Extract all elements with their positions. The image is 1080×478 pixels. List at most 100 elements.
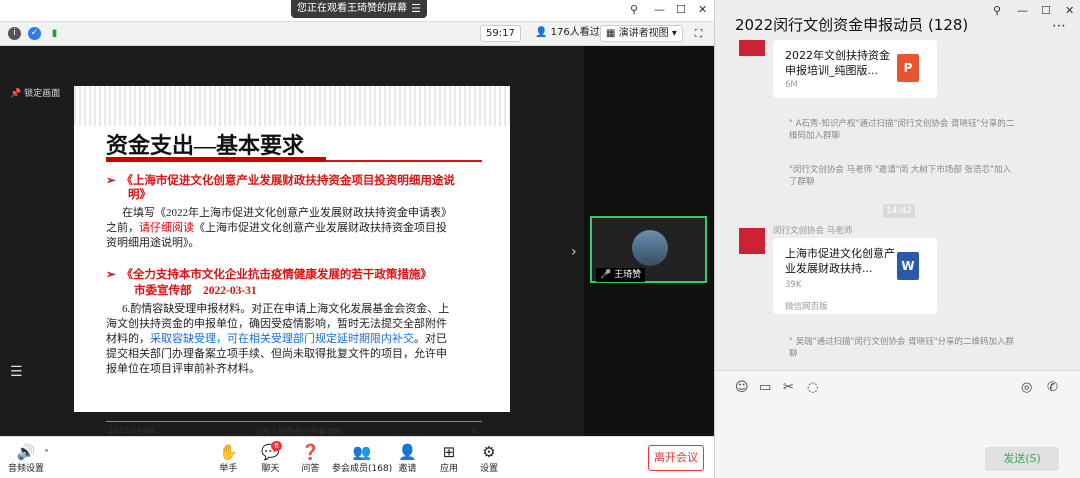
para-2-line-e: 报单位在项目评审前补齐材料。 xyxy=(106,363,260,375)
para-1-prefix: 之前， xyxy=(106,222,139,234)
phone-icon[interactable]: ✆ xyxy=(1047,380,1058,395)
participants-label: 参会成员(168) xyxy=(332,464,393,474)
raise-hand-button[interactable]: ✋ 举手 xyxy=(219,443,238,474)
leave-meeting-button[interactable]: 离开会议 xyxy=(648,445,704,471)
folder-icon[interactable]: ▭ xyxy=(759,380,771,395)
close-icon[interactable]: ✕ xyxy=(698,3,707,16)
pin-icon[interactable]: ⚲ xyxy=(630,3,638,16)
chat-bubble-icon[interactable]: ◌ xyxy=(807,380,818,395)
para-1-line-c: 资明细用途说明》。 xyxy=(106,237,200,249)
para-1-suffix: 《上海市促进文化创意产业发展财政扶持资金项目投 xyxy=(194,222,447,234)
settings-label: 设置 xyxy=(480,464,499,474)
bullet-2-sub: 市委宣传部 2022-03-31 xyxy=(134,285,257,297)
chevron-right-icon[interactable]: › xyxy=(571,244,577,260)
minimize-icon[interactable]: — xyxy=(654,3,665,16)
share-banner[interactable]: 您正在观看王琦赞的屏幕 ☰ xyxy=(291,0,427,18)
pin-icon: 📌 xyxy=(10,89,25,99)
file-2-title: 上海市促进文化创意产业发展财政扶持... xyxy=(785,247,895,275)
system-message-3: " 吴瑞"通过扫描"闵行文创协会 胥晓钰"分享的二维码加入群聊 xyxy=(789,337,1015,359)
para-2-line-d: 提交相关部门办理备案立项手续、但尚未取得批复文件的项目，允许申 xyxy=(106,348,447,360)
qa-button[interactable]: ❓ 问答 xyxy=(301,443,320,474)
close-icon[interactable]: ✕ xyxy=(1065,4,1074,17)
pin-icon[interactable]: ⚲ xyxy=(993,4,1001,17)
sender-name: 闵行文创协会 马老师 xyxy=(773,226,853,236)
file-message-2[interactable]: 上海市促进文化创意产业发展财政扶持... 39K 微信网页版 W xyxy=(773,238,937,314)
system-message-2: "闵行文创协会 马老师 "邀请"闵 大树下市场部 张语芯"加入了群聊 xyxy=(789,165,1011,187)
meeting-titlebar: 您正在观看王琦赞的屏幕 ☰ ⚲ — ☐ ✕ xyxy=(0,0,714,22)
presentation-slide: 资金支出—基本要求 ➢ 《上海市促进文化创意产业发展财政扶持资金项目投资明细用途… xyxy=(74,86,510,436)
maximize-icon[interactable]: ☐ xyxy=(676,3,686,16)
send-button[interactable]: 发送(S) xyxy=(985,447,1059,471)
attendee-count-text: 176人看过 xyxy=(550,27,600,38)
attendee-count[interactable]: 👤 176人看过 xyxy=(530,25,605,42)
audio-settings-label: 音频设置 xyxy=(8,464,45,474)
meeting-infobar: i ✓ ▮ 59:17 👤 176人看过 ▦ 演讲者视图 ▾ ⛶ xyxy=(0,22,714,46)
people-icon: 👤 xyxy=(535,27,551,38)
question-icon: ❓ xyxy=(301,443,320,461)
view-mode-dropdown[interactable]: ▦ 演讲者视图 ▾ xyxy=(600,25,683,42)
bullet-1-line-a: 《上海市促进文化创意产业发展财政扶持资金项目投资明细用途说 xyxy=(127,175,455,187)
invite-button[interactable]: 👤 邀请 xyxy=(398,443,417,474)
more-icon[interactable]: ⋯ xyxy=(1052,18,1066,34)
speaker-name-tag: 🎤 王琦赞 xyxy=(596,268,646,282)
share-banner-text: 您正在观看王琦赞的屏幕 xyxy=(297,3,407,14)
speaker-icon: 🔊 xyxy=(16,443,36,461)
slide-bullet-2: ➢ 《全力支持本市文化企业抗击疫情健康发展的若干政策措施》 xyxy=(106,269,432,281)
live-icon[interactable]: ◎ xyxy=(1021,380,1032,395)
chat-title: 2022闵行文创资金申报动员 (128) xyxy=(735,16,969,34)
chat-window: ⚲ — ☐ ✕ 2022闵行文创资金申报动员 (128) ⋯ 2022年文创扶持… xyxy=(714,0,1080,478)
para-1-line-b: 之前，请仔细阅读《上海市促进文化创意产业发展财政扶持资金项目投 xyxy=(106,221,486,236)
chevron-up-icon[interactable]: ˄ xyxy=(44,449,49,460)
fullscreen-icon[interactable]: ⛶ xyxy=(692,27,705,40)
invite-label: 邀请 xyxy=(398,464,417,474)
apps-label: 应用 xyxy=(440,464,459,474)
settings-button[interactable]: ⚙ 设置 xyxy=(480,443,498,474)
speaker-name: 王琦赞 xyxy=(614,270,642,280)
slide-title: 资金支出—基本要求 xyxy=(106,133,305,158)
slide-footer-date: 2022-04-08 xyxy=(108,426,155,435)
chat-button[interactable]: 💬 6 聊天 xyxy=(261,441,282,474)
message-list[interactable]: 2022年文创扶持资金申报培训_纯图版... 6M P " A石秀-知识产权"通… xyxy=(715,40,1080,370)
view-mode-label: 演讲者视图 xyxy=(618,28,669,39)
screen: 您正在观看王琦赞的屏幕 ☰ ⚲ — ☐ ✕ i ✓ ▮ 59:17 👤 176人… xyxy=(0,0,1080,478)
list-toggle-icon[interactable]: ☰ xyxy=(10,364,23,380)
qa-label: 问答 xyxy=(301,464,320,474)
bullet-2-text: 《全力支持本市文化企业抗击疫情健康发展的若干政策措施》 xyxy=(127,269,432,281)
para-2-line-a: 6.酌情容缺受理申报材料。对正在申请上海文化发展基金会资金、上 xyxy=(122,303,450,315)
file-1-size: 6M xyxy=(785,80,798,90)
ppt-file-icon: P xyxy=(897,54,919,82)
speaker-video-tile[interactable]: 🎤 王琦赞 xyxy=(590,216,707,283)
para-1-line-a: 在填写《2022年上海市促进文化创意产业发展财政扶持资金申请表》 xyxy=(122,207,452,219)
shield-icon[interactable]: ✓ xyxy=(28,27,41,40)
para-1-red: 请仔细阅读 xyxy=(139,222,194,234)
meeting-timer: 59:17 xyxy=(480,25,521,42)
meeting-toolbar: 🔊 音频设置 ˄ ✋ 举手 💬 6 聊天 ❓ 问答 👥 参会成员(168) 👤 邀请 ⊞ 应用 … xyxy=(0,436,714,478)
chat-input-area[interactable]: ☺ ▭ ✂ ◌ ◎ ✆ 发送(S) xyxy=(715,370,1080,478)
info-icon[interactable]: i xyxy=(8,27,21,40)
minimize-icon[interactable]: — xyxy=(1017,4,1028,17)
signal-icon[interactable]: ▮ xyxy=(48,27,61,40)
speaker-avatar xyxy=(632,230,668,266)
maximize-icon[interactable]: ☐ xyxy=(1041,4,1051,17)
participants-button[interactable]: 👥 参会成员(168) xyxy=(332,443,392,474)
menu-icon[interactable]: ☰ xyxy=(411,0,421,18)
apps-button[interactable]: ⊞ 应用 xyxy=(440,443,458,474)
avatar[interactable] xyxy=(739,40,765,56)
shared-screen-stage: 📌 锁定画面 资金支出—基本要求 ➢ 《上海市促进文化创意产业发展财政扶持资金项… xyxy=(0,46,714,436)
gear-icon: ⚙ xyxy=(482,443,496,461)
para-2-line-c: 材料的，采取容缺受理，可在相关受理部门规定延时期限内补交。对已 xyxy=(106,332,486,347)
scissors-icon[interactable]: ✂ xyxy=(783,380,794,395)
lock-view-button[interactable]: 📌 锁定画面 xyxy=(10,86,60,99)
emoji-icon[interactable]: ☺ xyxy=(735,380,749,395)
title-redbar xyxy=(106,157,326,162)
avatar[interactable] xyxy=(739,228,765,254)
word-file-icon: W xyxy=(897,252,919,280)
footer-line xyxy=(106,421,482,422)
para-2-suffix: 。对已 xyxy=(414,333,447,345)
slide-bullet-1: ➢ 《上海市促进文化创意产业发展财政扶持资金项目投资明细用途说 xyxy=(106,175,455,187)
raise-hand-label: 举手 xyxy=(219,464,238,474)
file-message-1[interactable]: 2022年文创扶持资金申报培训_纯图版... 6M P xyxy=(773,40,937,98)
hand-icon: ✋ xyxy=(219,443,238,461)
audio-settings-button[interactable]: 🔊 音频设置 xyxy=(8,443,44,474)
slide-area: 📌 锁定画面 资金支出—基本要求 ➢ 《上海市促进文化创意产业发展财政扶持资金项… xyxy=(0,46,584,436)
